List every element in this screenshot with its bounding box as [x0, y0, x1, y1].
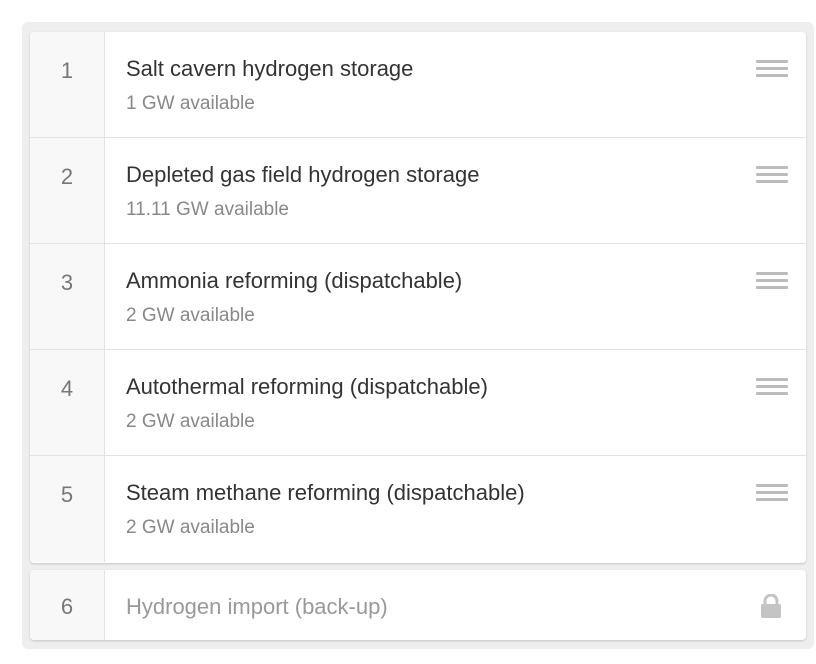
item-position: 4: [60, 376, 74, 401]
list-item[interactable]: 3 Ammonia reforming (dispatchable) 2 GW …: [30, 244, 806, 350]
list-item[interactable]: 4 Autothermal reforming (dispatchable) 2…: [30, 350, 806, 456]
list-item[interactable]: 2 Depleted gas field hydrogen storage 11…: [30, 138, 806, 244]
position-column: 6: [30, 570, 105, 640]
lock-icon: [761, 594, 781, 618]
item-title: Salt cavern hydrogen storage: [126, 56, 414, 81]
drag-handle-icon[interactable]: [756, 378, 788, 396]
merit-order-panel: 1 Salt cavern hydrogen storage 1 GW avai…: [22, 22, 814, 649]
item-position: 5: [60, 482, 74, 507]
drag-handle-icon[interactable]: [756, 60, 788, 78]
position-column: 4: [30, 350, 105, 455]
position-column: 5: [30, 456, 105, 562]
item-position: 6: [60, 594, 74, 619]
item-capacity: 11.11 GW available: [126, 199, 289, 220]
list-item[interactable]: 1 Salt cavern hydrogen storage 1 GW avai…: [30, 32, 806, 138]
drag-handle-icon[interactable]: [756, 272, 788, 290]
list-item[interactable]: 5 Steam methane reforming (dispatchable)…: [30, 456, 806, 562]
drag-handle-icon[interactable]: [756, 484, 788, 502]
item-title: Autothermal reforming (dispatchable): [126, 374, 488, 399]
item-position: 3: [60, 270, 74, 295]
item-title: Hydrogen import (back-up): [126, 594, 388, 619]
item-title: Depleted gas field hydrogen storage: [126, 162, 480, 187]
locked-list-item: 6 Hydrogen import (back-up): [30, 570, 806, 640]
position-column: 2: [30, 138, 105, 243]
sortable-list: 1 Salt cavern hydrogen storage 1 GW avai…: [30, 32, 806, 563]
drag-handle-icon[interactable]: [756, 166, 788, 184]
item-title: Ammonia reforming (dispatchable): [126, 268, 463, 293]
item-capacity: 2 GW available: [126, 517, 255, 538]
item-position: 2: [60, 164, 74, 189]
item-position: 1: [60, 58, 74, 83]
item-title: Steam methane reforming (dispatchable): [126, 480, 525, 505]
item-capacity: 1 GW available: [126, 93, 255, 114]
position-column: 1: [30, 32, 105, 137]
locked-list: 6 Hydrogen import (back-up): [30, 570, 806, 640]
item-capacity: 2 GW available: [126, 411, 255, 432]
position-column: 3: [30, 244, 105, 349]
item-capacity: 2 GW available: [126, 305, 255, 326]
